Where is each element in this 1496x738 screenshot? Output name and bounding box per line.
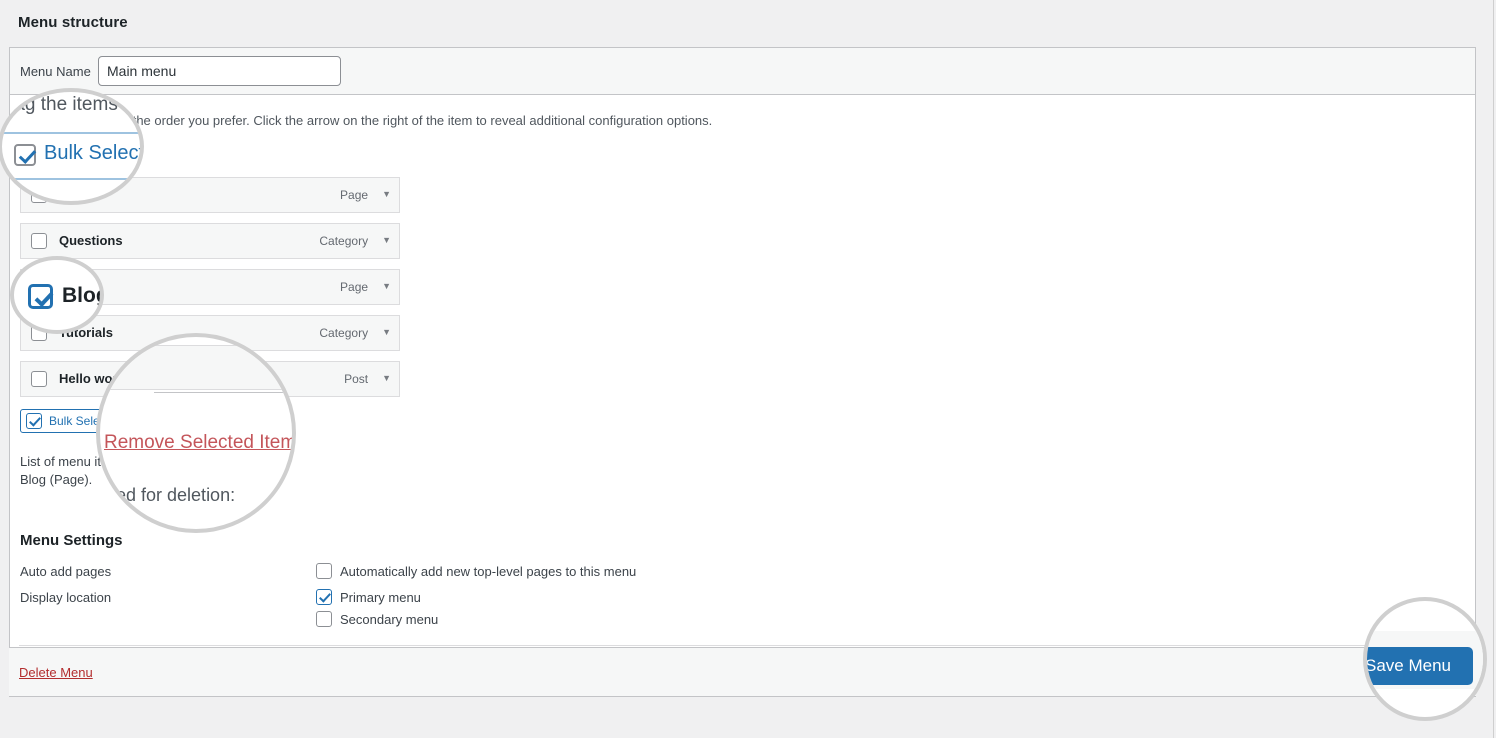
magnifier-save-menu: Save Menu [1363, 597, 1487, 721]
menu-item-type: Page [340, 279, 369, 294]
auto-add-pages-row: Auto add pages Automatically add new top… [20, 563, 1465, 579]
menu-item-checkbox[interactable] [31, 370, 47, 387]
auto-add-pages-checkbox[interactable] [316, 563, 332, 579]
delete-menu-link[interactable]: Delete Menu [19, 665, 93, 680]
magnifier-divider [100, 345, 292, 346]
display-location-option-primary[interactable]: Primary menu [316, 589, 438, 605]
helper-text: Drag the items into the order you prefer… [20, 113, 713, 128]
primary-menu-label: Primary menu [340, 589, 421, 605]
bulk-select-bottom-checkbox[interactable] [26, 412, 42, 429]
auto-add-pages-option[interactable]: Automatically add new top-level pages to… [316, 563, 636, 579]
auto-add-pages-label: Auto add pages [20, 564, 112, 579]
menu-footer: Delete Menu Save Menu [9, 647, 1476, 697]
magnifier-divider [2, 132, 140, 134]
display-location-row: Display location Primary menu Secondary … [20, 589, 1465, 627]
magnifier-bulk-select-text: rag the items in [8, 94, 138, 115]
menu-item-type: Category [319, 233, 369, 248]
magnifier-row-band [100, 346, 292, 389]
magnifier-blog-label: Blog [62, 284, 104, 307]
menu-settings-section: Menu Settings Auto add pages Automatical… [20, 532, 1465, 637]
menu-name-input[interactable] [98, 56, 341, 86]
secondary-menu-checkbox[interactable] [316, 611, 332, 627]
menu-item-title: Questions [59, 233, 123, 248]
primary-menu-checkbox[interactable] [316, 589, 332, 605]
magnifier-bulk-select-checkbox [14, 144, 36, 166]
bulk-select-bottom[interactable]: Bulk Select [20, 408, 109, 433]
magnifier-blog-checkbox [28, 284, 53, 309]
chevron-down-icon[interactable]: ▼ [382, 190, 391, 199]
menu-item-type: Category [319, 325, 369, 340]
menu-item-type: Page [340, 187, 369, 202]
magnifier-save-menu-button: Save Menu [1367, 647, 1473, 685]
menu-name-bar: Menu Name [10, 48, 1475, 95]
magnifier-blog-item: Blog [10, 256, 104, 334]
menu-item-type: Post [344, 371, 369, 386]
menu-name-label: Menu Name [20, 63, 91, 79]
magnifier-divider [2, 178, 140, 180]
settings-divider [19, 645, 1466, 646]
magnifier-remove-selected-link: Remove Selected Items [104, 432, 296, 453]
chevron-down-icon[interactable]: ▼ [382, 282, 391, 291]
magnifier-bulk-select-label: Bulk Select [44, 142, 144, 164]
magnifier-remove-selected: Remove Selected Items cted for deletion: [96, 333, 296, 533]
magnifier-divider [154, 392, 292, 393]
chevron-down-icon[interactable]: ▼ [382, 374, 391, 383]
magnifier-bulk-select: rag the items in Bulk Select [0, 88, 144, 205]
page-title: Menu structure [18, 14, 128, 31]
chevron-down-icon[interactable]: ▼ [382, 328, 391, 337]
display-location-option-secondary[interactable]: Secondary menu [316, 611, 438, 627]
menu-item-checkbox[interactable] [31, 232, 47, 249]
magnifier-deletion-sub: cted for deletion: [102, 485, 236, 505]
chevron-down-icon[interactable]: ▼ [382, 236, 391, 245]
display-location-label: Display location [20, 590, 112, 605]
menu-settings-title: Menu Settings [20, 532, 123, 549]
secondary-menu-label: Secondary menu [340, 611, 439, 627]
bulk-select-top[interactable]: Bulk Select [20, 145, 1465, 163]
menu-item-row[interactable]: Questions Category ▼ [20, 222, 400, 259]
magnifier-divider [100, 389, 292, 390]
auto-add-pages-option-label: Automatically add new top-level pages to… [340, 563, 637, 579]
